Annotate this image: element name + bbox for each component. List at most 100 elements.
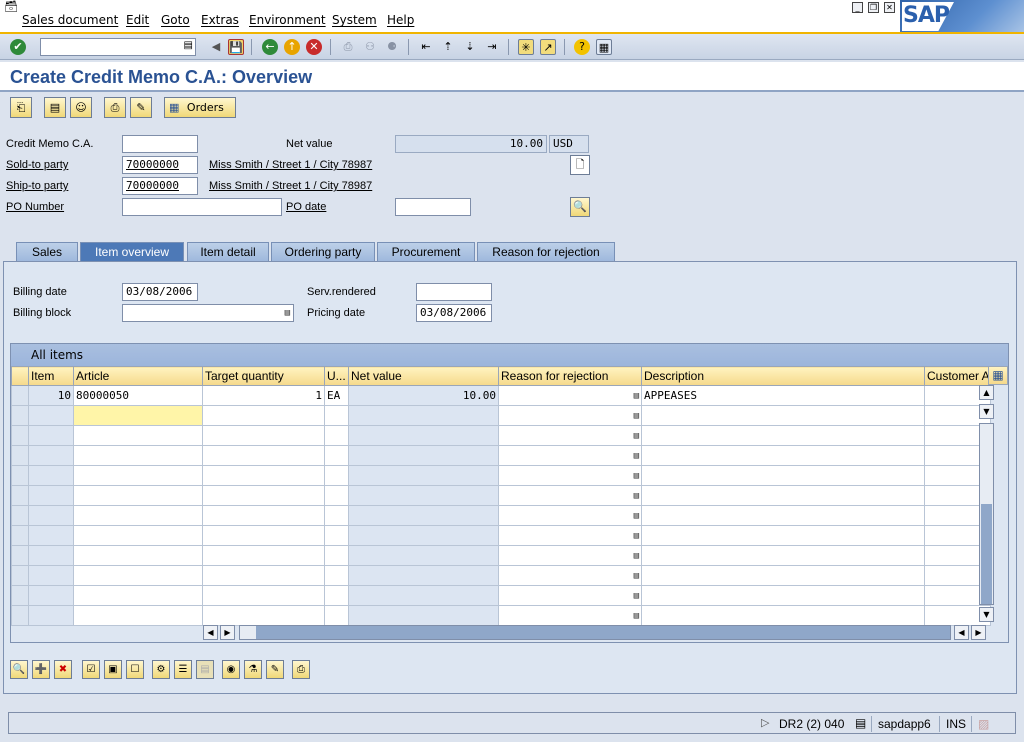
tab-procurement[interactable]: Procurement xyxy=(377,242,475,262)
cell-description[interactable] xyxy=(641,505,925,526)
close-window-icon[interactable]: ✕ xyxy=(884,2,895,13)
cell-target-quantity[interactable] xyxy=(202,585,325,606)
tab-reason-for-rejection[interactable]: Reason for rejection xyxy=(477,242,615,262)
scroll-right-small-icon[interactable]: ▶ xyxy=(220,625,235,640)
display-doc-icon[interactable]: ⎙ xyxy=(104,97,126,118)
cell-article[interactable] xyxy=(73,565,203,586)
menu-extras[interactable]: Extras xyxy=(201,13,239,27)
command-dropdown-icon[interactable]: ▤ xyxy=(184,40,193,51)
search-doc-icon[interactable]: 🔍 xyxy=(570,197,590,217)
row-selector[interactable] xyxy=(11,605,29,626)
reason-dropdown-icon[interactable]: ▤ xyxy=(634,531,639,541)
cell-reason-for-rejection[interactable]: ▤ xyxy=(498,485,642,506)
row-selector[interactable] xyxy=(11,485,29,506)
menu-system[interactable]: System xyxy=(332,13,377,27)
cell-description[interactable] xyxy=(641,565,925,586)
back-arrow-small-icon[interactable]: ◀ xyxy=(208,39,224,55)
cell-article[interactable] xyxy=(73,525,203,546)
hscroll-thumb[interactable] xyxy=(240,626,256,639)
cell-target-quantity[interactable] xyxy=(202,545,325,566)
row-selector[interactable] xyxy=(11,425,29,446)
cell-unit[interactable] xyxy=(324,465,349,486)
header-details-icon[interactable]: ▤ xyxy=(44,97,66,118)
cell-target-quantity[interactable] xyxy=(202,485,325,506)
scroll-thumb[interactable] xyxy=(981,504,992,604)
column-header-description[interactable]: Description xyxy=(641,366,925,386)
cell-article[interactable]: 80000050 xyxy=(73,385,203,406)
row-selector[interactable] xyxy=(11,505,29,526)
cell-reason-for-rejection[interactable]: ▤ xyxy=(498,385,642,406)
cell-reason-for-rejection[interactable]: ▤ xyxy=(498,425,642,446)
system-info-dropdown-icon[interactable]: ▤ xyxy=(855,716,866,730)
structure-icon[interactable]: ☰ xyxy=(174,660,192,679)
last-page-icon[interactable]: ⇥ xyxy=(484,39,500,55)
delete-row-icon[interactable]: ✖ xyxy=(54,660,72,679)
cell-reason-for-rejection[interactable]: ▤ xyxy=(498,465,642,486)
column-header-net-value[interactable]: Net value xyxy=(348,366,499,386)
cell-target-quantity[interactable] xyxy=(202,425,325,446)
edit-items-icon[interactable]: ✎ xyxy=(266,660,284,679)
cell-article[interactable] xyxy=(73,445,203,466)
cell-unit[interactable] xyxy=(324,485,349,506)
reason-dropdown-icon[interactable]: ▤ xyxy=(634,571,639,581)
table-row[interactable]: ▤ xyxy=(11,585,991,606)
table-row[interactable]: ▤ xyxy=(11,445,991,466)
table-row[interactable]: ▤ xyxy=(11,425,991,446)
pricing-date-field[interactable]: 03/08/2006 xyxy=(416,304,492,322)
cell-unit[interactable] xyxy=(324,505,349,526)
previous-page-icon[interactable]: ⇡ xyxy=(440,39,456,55)
deselect-all-icon[interactable]: ☐ xyxy=(126,660,144,679)
menu-environment[interactable]: Environment xyxy=(249,13,326,27)
table-row[interactable]: ▤ xyxy=(11,605,991,626)
cell-description[interactable] xyxy=(641,405,925,426)
table-horizontal-scrollbar[interactable]: ◀ ▶ ◀ ▶ xyxy=(203,625,989,641)
tab-item-detail[interactable]: Item detail xyxy=(187,242,269,262)
cell-reason-for-rejection[interactable]: ▤ xyxy=(498,605,642,626)
config-icon[interactable]: ⚙ xyxy=(152,660,170,679)
cell-target-quantity[interactable] xyxy=(202,465,325,486)
row-selector[interactable] xyxy=(11,565,29,586)
scroll-left-end-icon[interactable]: ◀ xyxy=(954,625,969,640)
scroll-right-icon[interactable]: ▶ xyxy=(971,625,986,640)
po-number-field[interactable] xyxy=(122,198,282,216)
cell-target-quantity[interactable] xyxy=(202,605,325,626)
cell-reason-for-rejection[interactable]: ▤ xyxy=(498,565,642,586)
ship-to-field[interactable]: 70000000 xyxy=(122,177,198,195)
tab-sales[interactable]: Sales xyxy=(16,242,78,262)
reason-dropdown-icon[interactable]: ▤ xyxy=(634,551,639,561)
column-header-reason-for-rejection[interactable]: Reason for rejection xyxy=(498,366,642,386)
cell-unit[interactable] xyxy=(324,565,349,586)
cell-reason-for-rejection[interactable]: ▤ xyxy=(498,585,642,606)
cell-target-quantity[interactable] xyxy=(202,525,325,546)
cancel-icon[interactable]: ✕ xyxy=(306,39,322,55)
table-vertical-scrollbar[interactable]: ▲ ▼ ▼ xyxy=(979,363,996,641)
cell-reason-for-rejection[interactable]: ▤ xyxy=(498,505,642,526)
cell-unit[interactable]: EA xyxy=(324,385,349,406)
reason-dropdown-icon[interactable]: ▤ xyxy=(634,611,639,621)
table-row[interactable]: ▤ xyxy=(11,405,991,426)
document-icon[interactable]: 🗋 xyxy=(570,155,590,175)
cell-description[interactable] xyxy=(641,445,925,466)
cell-description[interactable] xyxy=(641,605,925,626)
cell-reason-for-rejection[interactable]: ▤ xyxy=(498,445,642,466)
po-date-field[interactable] xyxy=(395,198,471,216)
cell-target-quantity[interactable] xyxy=(202,505,325,526)
table-row[interactable]: 10 80000050 1 EA 10.00 ▤ APPEASES xyxy=(11,385,991,406)
billing-block-field[interactable]: ▤ xyxy=(122,304,294,322)
cell-article[interactable] xyxy=(73,545,203,566)
cell-article[interactable] xyxy=(73,465,203,486)
next-page-icon[interactable]: ⇣ xyxy=(462,39,478,55)
select-all-column[interactable] xyxy=(11,366,29,386)
table-row[interactable]: ▤ xyxy=(11,485,991,506)
cell-article[interactable] xyxy=(73,485,203,506)
display-doc-flow-icon[interactable]: ⎗ xyxy=(10,97,32,118)
insert-row-icon[interactable]: ➕ xyxy=(32,660,50,679)
cell-reason-for-rejection[interactable]: ▤ xyxy=(498,405,642,426)
tab-ordering-party[interactable]: Ordering party xyxy=(271,242,375,262)
select-block-icon[interactable]: ▣ xyxy=(104,660,122,679)
cell-unit[interactable] xyxy=(324,445,349,466)
table-row[interactable]: ▤ xyxy=(11,545,991,566)
cell-article[interactable] xyxy=(73,605,203,626)
select-all-icon[interactable]: ☑ xyxy=(82,660,100,679)
row-selector[interactable] xyxy=(11,465,29,486)
